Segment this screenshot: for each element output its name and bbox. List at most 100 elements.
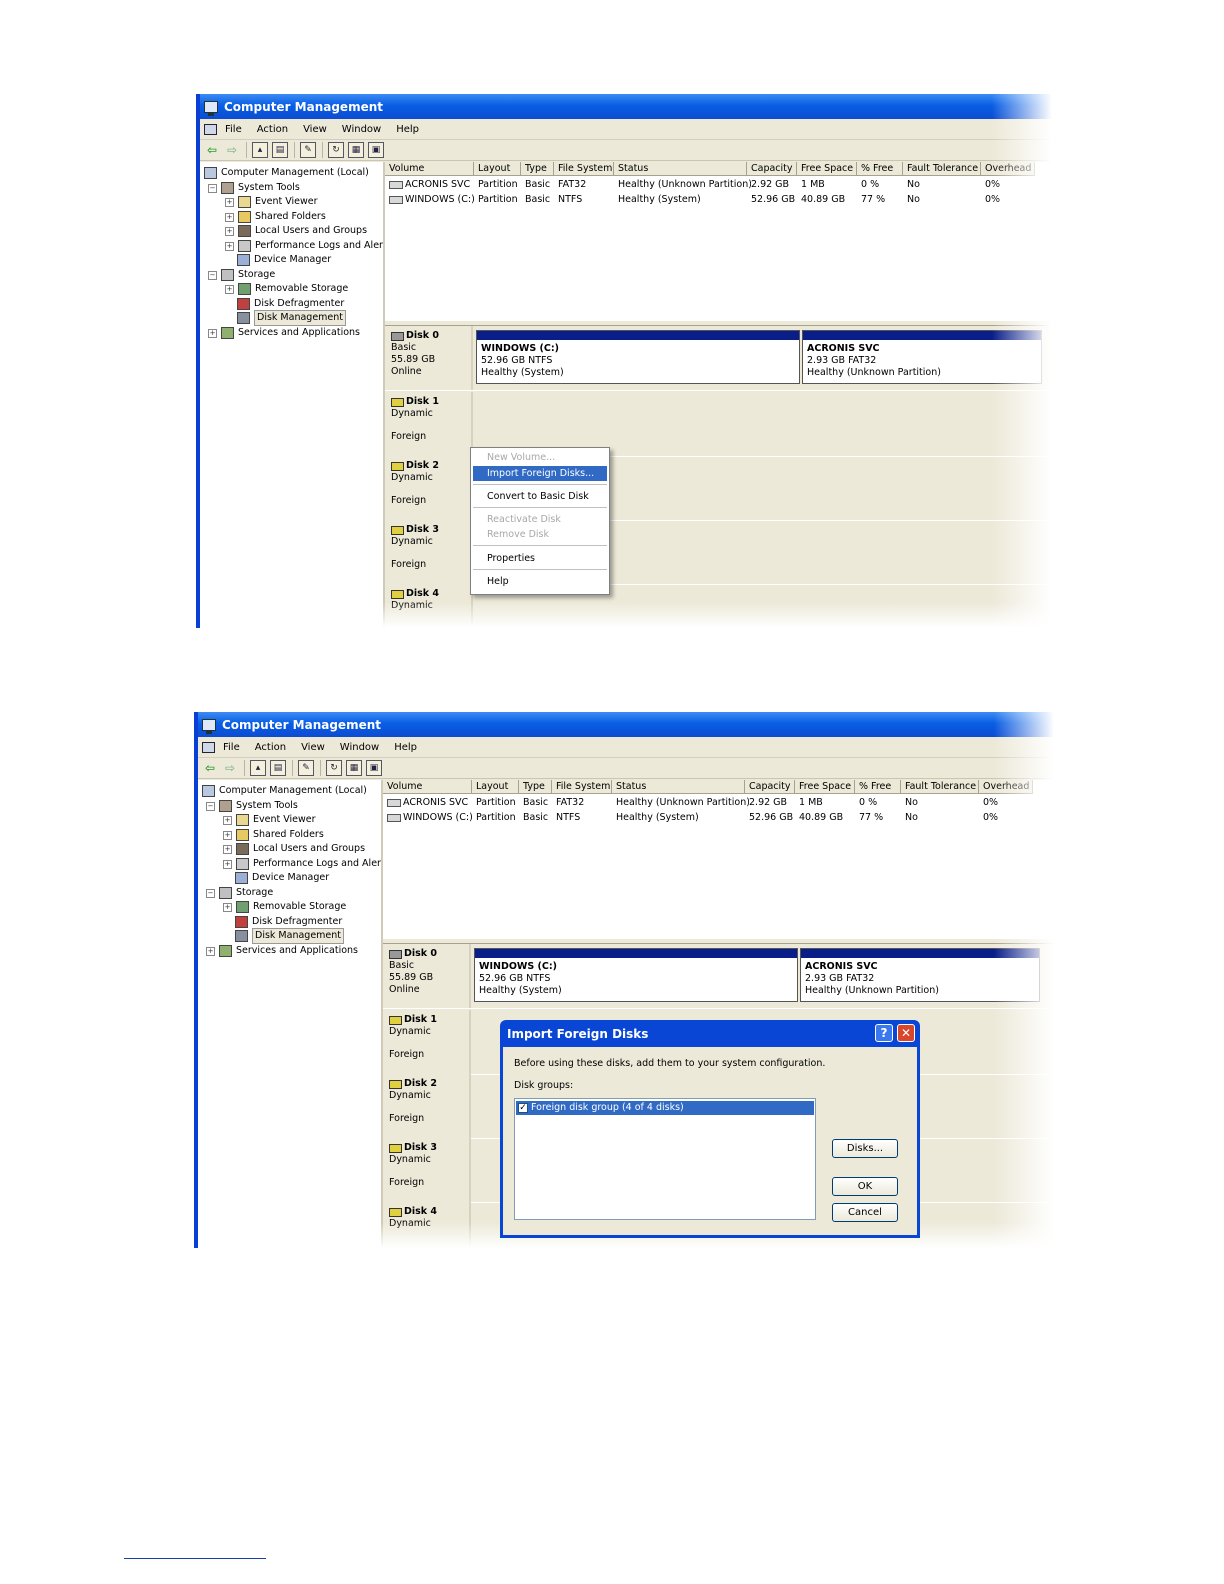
disk-label-0[interactable]: Disk 0 Basic 55.89 GB Online: [385, 326, 473, 390]
show-hide-tree-icon[interactable]: ▤: [270, 760, 286, 776]
tree-services[interactable]: + Services and Applications: [208, 326, 360, 340]
partition-acronis[interactable]: ACRONIS SVC 2.93 GB FAT32 Healthy (Unkno…: [802, 330, 1042, 384]
system-menu-icon[interactable]: [204, 123, 217, 135]
menu-window[interactable]: Window: [340, 742, 379, 753]
help-icon[interactable]: ▣: [368, 142, 384, 158]
menu-action[interactable]: Action: [255, 742, 286, 753]
tree-disk-management[interactable]: Disk Management: [237, 310, 347, 326]
col-capacity[interactable]: Capacity: [747, 162, 797, 176]
tree-event-viewer[interactable]: + Event Viewer: [225, 195, 318, 209]
up-folder-icon[interactable]: ▴: [250, 760, 266, 776]
menu-help[interactable]: Help: [396, 124, 419, 135]
partition-windows[interactable]: WINDOWS (C:) 52.96 GB NTFS Healthy (Syst…: [474, 948, 798, 1002]
collapse-icon[interactable]: −: [208, 183, 217, 193]
tree-event-viewer[interactable]: + Event Viewer: [223, 813, 316, 827]
col-layout[interactable]: Layout: [472, 780, 519, 794]
expand-icon[interactable]: +: [223, 902, 232, 912]
menu-view[interactable]: View: [303, 124, 327, 135]
disk-label-2[interactable]: Disk 2 Dynamic Foreign: [385, 456, 473, 520]
tree-perf-logs[interactable]: + Performance Logs and Alerts: [223, 857, 381, 871]
menu-view[interactable]: View: [301, 742, 325, 753]
menu-file[interactable]: File: [225, 124, 242, 135]
export-icon[interactable]: ▦: [348, 142, 364, 158]
col-status[interactable]: Status: [614, 162, 747, 176]
col-overhead[interactable]: Overhead: [979, 780, 1033, 794]
col-layout[interactable]: Layout: [474, 162, 521, 176]
col-overhead[interactable]: Overhead: [981, 162, 1035, 176]
expand-icon[interactable]: +: [208, 328, 217, 338]
tree-storage[interactable]: − Storage: [206, 886, 273, 900]
expand-icon[interactable]: +: [223, 859, 232, 869]
collapse-icon[interactable]: −: [208, 270, 217, 280]
disk-label-1[interactable]: Disk 1 Dynamic Foreign: [383, 1010, 471, 1074]
partition-acronis[interactable]: ACRONIS SVC 2.93 GB FAT32 Healthy (Unkno…: [800, 948, 1040, 1002]
ok-button[interactable]: OK: [832, 1177, 898, 1196]
col-percent-free[interactable]: % Free: [857, 162, 903, 176]
collapse-icon[interactable]: −: [206, 801, 215, 811]
col-fault-tolerance[interactable]: Fault Tolerance: [901, 780, 979, 794]
expand-icon[interactable]: +: [225, 212, 234, 222]
expand-icon[interactable]: +: [206, 946, 215, 956]
expand-icon[interactable]: +: [223, 844, 232, 854]
tree-device-manager[interactable]: Device Manager: [237, 253, 331, 267]
col-capacity[interactable]: Capacity: [745, 780, 795, 794]
tree-root[interactable]: Computer Management (Local): [204, 166, 369, 180]
tree-local-users[interactable]: + Local Users and Groups: [225, 224, 367, 238]
expand-icon[interactable]: +: [223, 830, 232, 840]
properties-icon[interactable]: ✎: [298, 760, 314, 776]
tree-removable-storage[interactable]: + Removable Storage: [223, 900, 346, 914]
back-arrow-icon[interactable]: ⇦: [202, 760, 218, 776]
forward-arrow-icon[interactable]: ⇨: [222, 760, 238, 776]
tree-shared-folders[interactable]: + Shared Folders: [225, 210, 326, 224]
disk-groups-list[interactable]: ✓ Foreign disk group (4 of 4 disks): [514, 1098, 816, 1220]
menu-action[interactable]: Action: [257, 124, 288, 135]
disk-label-4[interactable]: Disk 4 Dynamic: [383, 1202, 471, 1248]
menu-help[interactable]: Help: [394, 742, 417, 753]
title-bar[interactable]: Computer Management: [198, 712, 1054, 737]
refresh-icon[interactable]: ↻: [328, 142, 344, 158]
col-volume[interactable]: Volume: [385, 162, 474, 176]
export-icon[interactable]: ▦: [346, 760, 362, 776]
tree-system-tools[interactable]: − System Tools: [206, 799, 298, 813]
list-item[interactable]: ✓ Foreign disk group (4 of 4 disks): [516, 1101, 814, 1115]
tree-removable-storage[interactable]: + Removable Storage: [225, 282, 348, 296]
show-hide-tree-icon[interactable]: ▤: [272, 142, 288, 158]
col-status[interactable]: Status: [612, 780, 745, 794]
tree-storage[interactable]: − Storage: [208, 268, 275, 282]
up-folder-icon[interactable]: ▴: [252, 142, 268, 158]
tree-shared-folders[interactable]: + Shared Folders: [223, 828, 324, 842]
tree-disk-defrag[interactable]: Disk Defragmenter: [235, 915, 342, 929]
disk-label-3[interactable]: Disk 3 Dynamic Foreign: [385, 520, 473, 584]
title-bar[interactable]: Computer Management: [200, 94, 1052, 119]
col-type[interactable]: Type: [519, 780, 552, 794]
expand-icon[interactable]: +: [223, 815, 232, 825]
menu-item-convert-basic[interactable]: Convert to Basic Disk: [473, 489, 607, 504]
properties-icon[interactable]: ✎: [300, 142, 316, 158]
tree-perf-logs[interactable]: + Performance Logs and Alerts: [225, 239, 383, 253]
expand-icon[interactable]: +: [225, 226, 234, 236]
menu-file[interactable]: File: [223, 742, 240, 753]
col-free-space[interactable]: Free Space: [797, 162, 857, 176]
menu-item-import-foreign-disks[interactable]: Import Foreign Disks...: [473, 466, 607, 481]
checkbox-checked-icon[interactable]: ✓: [518, 1103, 528, 1113]
expand-icon[interactable]: +: [225, 241, 234, 251]
col-free-space[interactable]: Free Space: [795, 780, 855, 794]
menu-item-properties[interactable]: Properties: [473, 551, 607, 566]
disk-label-3[interactable]: Disk 3 Dynamic Foreign: [383, 1138, 471, 1202]
disks-button[interactable]: Disks...: [832, 1139, 898, 1158]
help-icon[interactable]: ▣: [366, 760, 382, 776]
tree-services[interactable]: + Services and Applications: [206, 944, 358, 958]
back-arrow-icon[interactable]: ⇦: [204, 142, 220, 158]
col-type[interactable]: Type: [521, 162, 554, 176]
expand-icon[interactable]: +: [225, 284, 234, 294]
menu-item-help[interactable]: Help: [473, 574, 607, 589]
help-icon[interactable]: ?: [875, 1024, 893, 1042]
tree-root[interactable]: Computer Management (Local): [202, 784, 367, 798]
tree-disk-management[interactable]: Disk Management: [235, 928, 345, 944]
tree-disk-defrag[interactable]: Disk Defragmenter: [237, 297, 344, 311]
expand-icon[interactable]: +: [225, 197, 234, 207]
forward-arrow-icon[interactable]: ⇨: [224, 142, 240, 158]
system-menu-icon[interactable]: [202, 741, 215, 753]
disk-label-0[interactable]: Disk 0 Basic 55.89 GB Online: [383, 944, 471, 1008]
disk-label-4[interactable]: Disk 4 Dynamic: [385, 584, 473, 628]
